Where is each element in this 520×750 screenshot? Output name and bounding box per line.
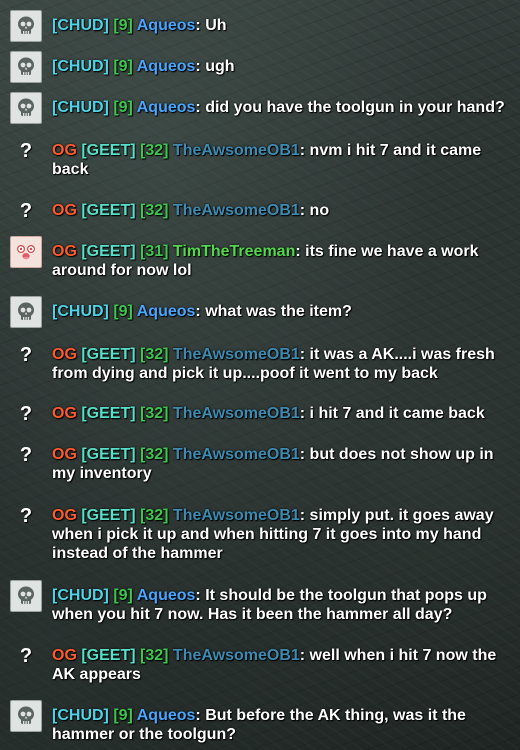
team-tag: [GEET] (81, 202, 136, 219)
chat-message: [CHUD] [9] Aqueos: what was the item? (10, 296, 510, 328)
message-text: : ugh (195, 58, 235, 75)
chat-message: ? OG [GEET] [32] TheAwsomeOB1: i hit 7 a… (10, 398, 510, 430)
player-level: [9] (113, 303, 133, 320)
question-mark-avatar-icon: ? (19, 504, 33, 527)
og-prefix: OG (52, 142, 77, 159)
player-level: [32] (140, 202, 169, 219)
chat-log: [CHUD] [9] Aqueos: Uh [CHUD] [9] Aqueos:… (0, 0, 520, 750)
message-text: : Uh (195, 17, 227, 34)
question-mark-avatar-icon: ? (19, 199, 33, 222)
player-name[interactable]: Aqueos (137, 58, 196, 75)
skull-avatar-icon (10, 51, 42, 83)
question-mark-avatar-icon: ? (19, 644, 33, 667)
og-prefix: OG (52, 202, 77, 219)
team-tag: [CHUD] (52, 303, 109, 320)
chat-message: ? OG [GEET] [32] TheAwsomeOB1: it was a … (10, 339, 510, 383)
player-level: [9] (113, 707, 133, 724)
player-level: [32] (140, 346, 169, 363)
og-prefix: OG (52, 647, 77, 664)
chat-message-line: [CHUD] [9] Aqueos: But before the AK thi… (52, 700, 510, 744)
player-name[interactable]: TheAwsomeOB1 (173, 446, 300, 463)
team-tag: [CHUD] (52, 707, 109, 724)
team-tag: [GEET] (81, 142, 136, 159)
player-level: [32] (140, 507, 169, 524)
player-name[interactable]: TheAwsomeOB1 (173, 507, 300, 524)
chat-message-line: OG [GEET] [32] TheAwsomeOB1: it was a AK… (52, 339, 510, 383)
chat-message: [CHUD] [9] Aqueos: It should be the tool… (10, 580, 510, 624)
team-tag: [GEET] (81, 243, 136, 260)
player-name[interactable]: Aqueos (137, 17, 196, 34)
player-name[interactable]: TheAwsomeOB1 (173, 647, 300, 664)
skull-avatar-icon (10, 700, 42, 732)
team-tag: [CHUD] (52, 17, 109, 34)
message-text: : did you have the toolgun in your hand? (195, 99, 505, 116)
skull-avatar-icon (10, 580, 42, 612)
player-name[interactable]: Aqueos (137, 707, 196, 724)
player-name[interactable]: Aqueos (137, 303, 196, 320)
og-prefix: OG (52, 405, 77, 422)
player-name[interactable]: Aqueos (137, 587, 196, 604)
message-text: : no (299, 202, 330, 219)
skull-avatar-icon (10, 10, 42, 42)
team-tag: [CHUD] (52, 58, 109, 75)
chat-message: ? OG [GEET] [32] TheAwsomeOB1: nvm i hit… (10, 135, 510, 179)
player-name[interactable]: TheAwsomeOB1 (173, 405, 300, 422)
og-prefix: OG (52, 346, 77, 363)
chat-message: ? OG [GEET] [32] TheAwsomeOB1: well when… (10, 640, 510, 684)
face-avatar-icon (10, 236, 42, 268)
chat-message-line: OG [GEET] [32] TheAwsomeOB1: no (52, 195, 510, 220)
player-level: [32] (140, 647, 169, 664)
player-level: [32] (140, 142, 169, 159)
chat-message-line: [CHUD] [9] Aqueos: did you have the tool… (52, 92, 510, 117)
chat-message-line: [CHUD] [9] Aqueos: Uh (52, 10, 510, 35)
team-tag: [CHUD] (52, 99, 109, 116)
player-level: [9] (113, 99, 133, 116)
og-prefix: OG (52, 507, 77, 524)
team-tag: [GEET] (81, 405, 136, 422)
team-tag: [GEET] (81, 346, 136, 363)
player-level: [32] (140, 446, 169, 463)
question-mark-avatar-icon: ? (19, 443, 33, 466)
player-level: [9] (113, 587, 133, 604)
skull-avatar-icon (10, 92, 42, 124)
chat-message: ? OG [GEET] [32] TheAwsomeOB1: no (10, 195, 510, 227)
question-mark-avatar-icon: ? (19, 139, 33, 162)
chat-message-line: OG [GEET] [32] TheAwsomeOB1: well when i… (52, 640, 510, 684)
chat-message-line: [CHUD] [9] Aqueos: ugh (52, 51, 510, 76)
player-level: [31] (140, 243, 169, 260)
player-name[interactable]: Aqueos (137, 99, 196, 116)
player-name[interactable]: TheAwsomeOB1 (173, 202, 300, 219)
chat-message: ? OG [GEET] [32] TheAwsomeOB1: but does … (10, 439, 510, 483)
player-name[interactable]: TheAwsomeOB1 (173, 142, 300, 159)
player-level: [9] (113, 17, 133, 34)
team-tag: [GEET] (81, 507, 136, 524)
chat-message: ? OG [GEET] [32] TheAwsomeOB1: simply pu… (10, 500, 510, 563)
question-mark-avatar-icon: ? (19, 343, 33, 366)
chat-message-line: OG [GEET] [32] TheAwsomeOB1: but does no… (52, 439, 510, 483)
og-prefix: OG (52, 243, 77, 260)
chat-message: [CHUD] [9] Aqueos: ugh (10, 51, 510, 83)
team-tag: [GEET] (81, 446, 136, 463)
chat-message-line: OG [GEET] [32] TheAwsomeOB1: simply put.… (52, 500, 510, 563)
chat-message: OG [GEET] [31] TimTheTreeman: its fine w… (10, 236, 510, 280)
player-level: [9] (113, 58, 133, 75)
chat-message: [CHUD] [9] Aqueos: But before the AK thi… (10, 700, 510, 744)
chat-message: [CHUD] [9] Aqueos: did you have the tool… (10, 92, 510, 124)
chat-message-line: [CHUD] [9] Aqueos: what was the item? (52, 296, 510, 321)
message-text: : what was the item? (195, 303, 352, 320)
player-level: [32] (140, 405, 169, 422)
chat-message-line: [CHUD] [9] Aqueos: It should be the tool… (52, 580, 510, 624)
team-tag: [CHUD] (52, 587, 109, 604)
message-text: : i hit 7 and it came back (299, 405, 485, 422)
skull-avatar-icon (10, 296, 42, 328)
chat-message-line: OG [GEET] [32] TheAwsomeOB1: nvm i hit 7… (52, 135, 510, 179)
og-prefix: OG (52, 446, 77, 463)
chat-message-line: OG [GEET] [31] TimTheTreeman: its fine w… (52, 236, 510, 280)
chat-message: [CHUD] [9] Aqueos: Uh (10, 10, 510, 42)
chat-message-line: OG [GEET] [32] TheAwsomeOB1: i hit 7 and… (52, 398, 510, 423)
player-name[interactable]: TheAwsomeOB1 (173, 346, 300, 363)
question-mark-avatar-icon: ? (19, 402, 33, 425)
player-name[interactable]: TimTheTreeman (173, 243, 295, 260)
team-tag: [GEET] (81, 647, 136, 664)
